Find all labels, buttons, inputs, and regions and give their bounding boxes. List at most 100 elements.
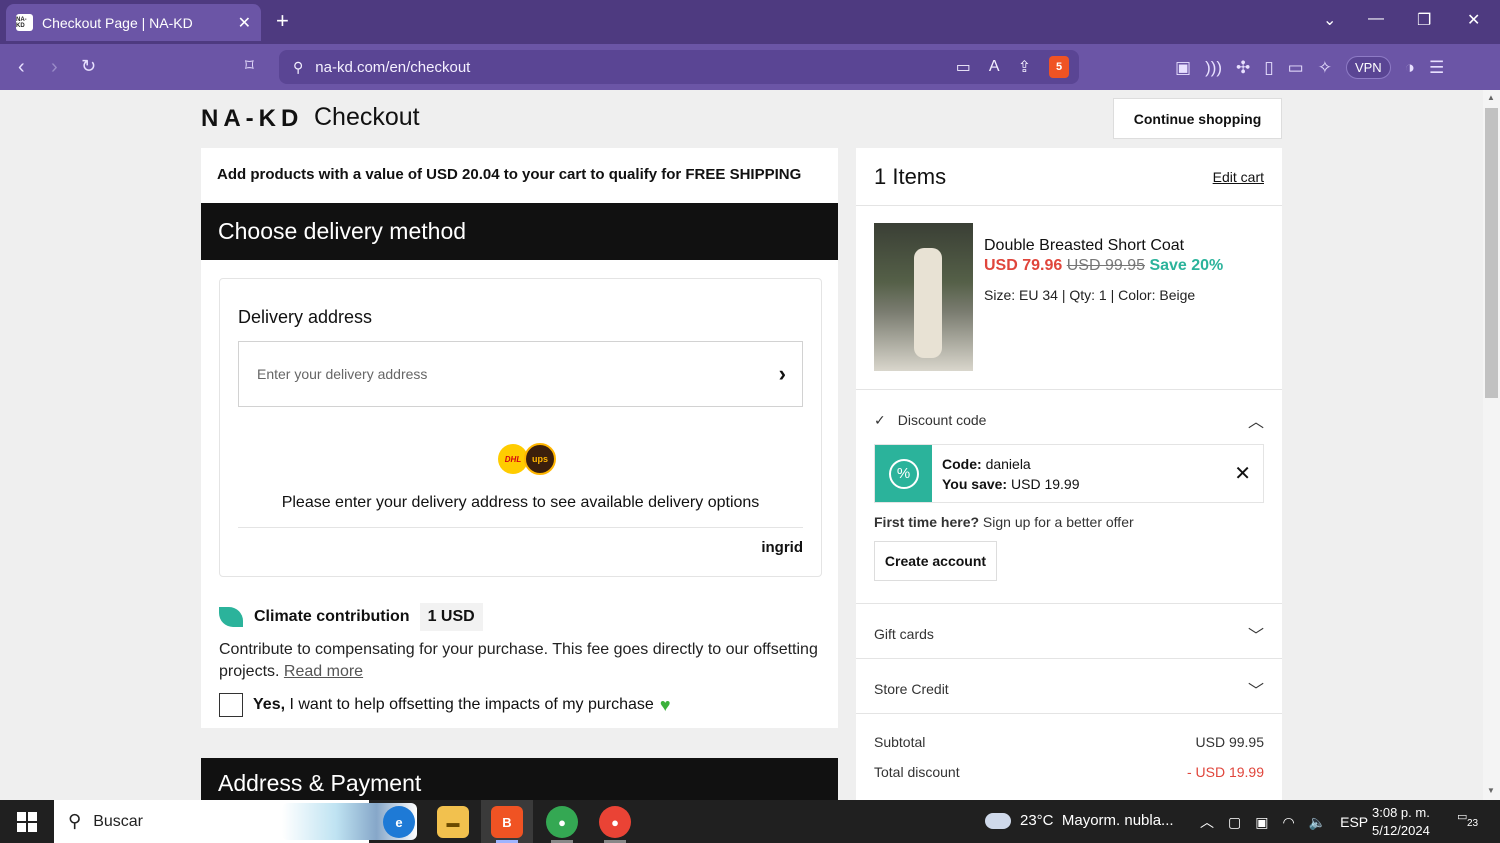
delivery-address-box: Delivery address Enter your delivery add… bbox=[219, 278, 822, 577]
file-explorer-icon[interactable]: ▬ bbox=[437, 806, 469, 838]
subtotal-row: Subtotal USD 99.95 bbox=[874, 734, 1264, 750]
restore-icon[interactable]: ❐ bbox=[1417, 10, 1431, 30]
chevron-up-icon[interactable]: ︿ bbox=[1248, 408, 1264, 432]
cast-icon[interactable]: ▭ bbox=[956, 57, 971, 77]
show-hidden-icons-icon[interactable]: ︿ bbox=[1200, 812, 1214, 832]
chrome-profile-icon[interactable]: ● bbox=[599, 806, 631, 838]
first-time-note: First time here? Sign up for a better of… bbox=[874, 514, 1134, 530]
forward-icon[interactable]: › bbox=[51, 56, 58, 79]
delivery-panel: Add products with a value of USD 20.04 t… bbox=[201, 148, 838, 728]
climate-check-bold: Yes, bbox=[253, 696, 286, 713]
meet-icon[interactable]: ▢ bbox=[1228, 814, 1241, 831]
price-now: USD 79.96 bbox=[984, 257, 1063, 274]
taskbar-search[interactable]: ⚲ Buscar bbox=[54, 800, 417, 843]
menu-icon[interactable]: ☰ bbox=[1429, 58, 1444, 78]
sidebar-icon[interactable]: ▯ bbox=[1264, 58, 1273, 78]
product-meta: Size: EU 34 | Qty: 1 | Color: Beige bbox=[984, 287, 1196, 303]
display-icon[interactable]: ▣ bbox=[1255, 814, 1268, 831]
climate-amount: 1 USD bbox=[419, 603, 483, 631]
wifi-icon[interactable]: ◠ bbox=[1282, 814, 1294, 831]
reload-icon[interactable]: ↻ bbox=[81, 56, 96, 77]
ups-logo: ups bbox=[524, 443, 556, 475]
url-text[interactable]: na-kd.com/en/checkout bbox=[315, 59, 470, 76]
extension-icon[interactable]: ▣ bbox=[1175, 58, 1191, 78]
search-icon: ⚲ bbox=[68, 811, 82, 831]
page-title: Checkout bbox=[314, 103, 420, 131]
wallet-icon[interactable]: ▭ bbox=[1288, 58, 1304, 78]
climate-title: Climate contribution bbox=[254, 608, 410, 625]
page-scrollbar[interactable]: ▲ ▼ bbox=[1483, 90, 1500, 800]
product-name[interactable]: Double Breasted Short Coat bbox=[984, 237, 1274, 255]
browser-toolbar: ‹ › ↻ ⌑ ⚲ na-kd.com/en/checkout ▭ A ⇪ 5 … bbox=[0, 44, 1500, 90]
edge-icon[interactable]: e bbox=[383, 806, 415, 838]
chrome-icon[interactable]: ● bbox=[546, 806, 578, 838]
cart-item: Double Breasted Short Coat USD 79.96 USD… bbox=[874, 223, 1223, 371]
favicon-icon: NA-KD bbox=[16, 14, 33, 31]
divider bbox=[856, 389, 1282, 390]
rewards-icon[interactable]: ◑ bbox=[1405, 58, 1415, 78]
read-more-link[interactable]: Read more bbox=[284, 663, 363, 680]
discount-save: USD 19.99 bbox=[1011, 475, 1080, 492]
chevron-down-icon[interactable]: ﹀ bbox=[1248, 622, 1264, 646]
windows-taskbar: ⚲ Buscar e ▬ B ● ● 23°C Mayorm. nubla...… bbox=[0, 800, 1500, 843]
subtotal-value: USD 99.95 bbox=[1195, 734, 1264, 750]
chevron-down-icon[interactable]: ﹀ bbox=[1248, 677, 1264, 701]
cart-summary-panel: 1 Items Edit cart Double Breasted Short … bbox=[856, 148, 1282, 800]
url-bar[interactable]: ⚲ na-kd.com/en/checkout ▭ A ⇪ 5 bbox=[279, 50, 1079, 84]
heart-icon: ♥ bbox=[659, 694, 671, 715]
edit-cart-link[interactable]: Edit cart bbox=[1213, 169, 1264, 185]
language-indicator[interactable]: ESP bbox=[1340, 814, 1368, 830]
leaf-icon bbox=[219, 607, 243, 627]
close-window-icon[interactable]: ✕ bbox=[1467, 10, 1480, 30]
puzzle-icon[interactable]: ✣ bbox=[1236, 58, 1250, 78]
new-tab-icon[interactable]: + bbox=[276, 10, 289, 32]
start-button[interactable] bbox=[17, 812, 37, 832]
carrier-logos: DHL ups bbox=[498, 443, 556, 475]
create-account-button[interactable]: Create account bbox=[874, 541, 997, 581]
total-discount-value: - USD 19.99 bbox=[1186, 764, 1264, 780]
delivery-hint: Please enter your delivery address to se… bbox=[281, 494, 760, 511]
back-icon[interactable]: ‹ bbox=[18, 56, 25, 79]
gift-cards-toggle[interactable]: Gift cards ﹀ bbox=[874, 622, 1264, 646]
vpn-button[interactable]: VPN bbox=[1345, 56, 1391, 79]
divider bbox=[856, 713, 1282, 714]
cloud-icon bbox=[985, 812, 1011, 829]
wallet-signal-icon[interactable]: ))) bbox=[1205, 58, 1222, 78]
leo-ai-icon[interactable]: ✧ bbox=[1318, 58, 1332, 78]
percent-icon: % bbox=[875, 445, 932, 502]
climate-checkbox[interactable] bbox=[219, 693, 243, 717]
address-placeholder: Enter your delivery address bbox=[257, 366, 428, 382]
tab-list-chevron-icon[interactable]: ⌄ bbox=[1323, 10, 1336, 30]
climate-check-text: I want to help offsetting the impacts of… bbox=[285, 696, 654, 713]
chevron-right-icon[interactable]: › bbox=[779, 361, 786, 387]
discount-code: daniela bbox=[985, 455, 1031, 472]
minimize-icon[interactable]: — bbox=[1368, 10, 1384, 28]
divider bbox=[856, 603, 1282, 604]
product-image[interactable] bbox=[874, 223, 973, 371]
share-icon[interactable]: ⇪ bbox=[1018, 57, 1031, 77]
brave-shields-icon[interactable]: 5 bbox=[1049, 56, 1069, 78]
delivery-address-label: Delivery address bbox=[238, 307, 373, 327]
continue-shopping-button[interactable]: Continue shopping bbox=[1113, 98, 1282, 139]
notification-center-icon[interactable]: ▭ 23 bbox=[1457, 810, 1481, 832]
browser-tab[interactable]: NA-KD Checkout Page | NA-KD ✕ bbox=[6, 4, 261, 41]
tab-title: Checkout Page | NA-KD bbox=[42, 14, 193, 31]
brave-browser-icon[interactable]: B bbox=[491, 806, 523, 838]
items-count: 1 Items bbox=[874, 163, 947, 189]
nakd-logo[interactable]: NA-KD bbox=[201, 105, 303, 133]
weather-widget[interactable]: 23°C Mayorm. nubla... bbox=[985, 812, 1174, 829]
browser-tab-bar: NA-KD Checkout Page | NA-KD ✕ + ⌄ — ❐ ✕ bbox=[0, 0, 1500, 44]
translate-icon[interactable]: A bbox=[989, 58, 1000, 76]
bookmark-icon[interactable]: ⌑ bbox=[245, 56, 254, 76]
volume-icon[interactable]: 🔈 bbox=[1309, 814, 1326, 831]
climate-contribution: Climate contribution 1 USD Contribute to… bbox=[219, 603, 819, 717]
store-credit-toggle[interactable]: Store Credit ﹀ bbox=[874, 677, 1264, 701]
system-tray: ︿ ▢ ▣ ◠ 🔈 ESP bbox=[1200, 812, 1368, 832]
site-settings-icon[interactable]: ⚲ bbox=[293, 59, 303, 76]
tab-close-icon[interactable]: ✕ bbox=[238, 13, 251, 33]
taskbar-clock[interactable]: 3:08 p. m. 5/12/2024 bbox=[1372, 804, 1430, 840]
free-shipping-note: Add products with a value of USD 20.04 t… bbox=[217, 166, 802, 183]
remove-discount-icon[interactable]: ✕ bbox=[1234, 461, 1251, 486]
discount-code-toggle[interactable]: ✓ Discount code ︿ bbox=[874, 408, 1264, 432]
delivery-address-input[interactable]: Enter your delivery address › bbox=[238, 341, 803, 407]
